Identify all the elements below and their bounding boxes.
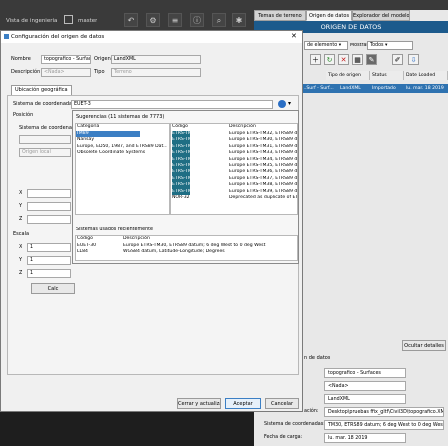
detail-description: <Nada> <box>324 381 406 391</box>
system-description[interactable]: Deprecated as duplicate of ETRS-TM32 <box>229 195 297 201</box>
search-icon[interactable]: ⌕ <box>212 13 226 27</box>
col-date-loaded[interactable]: Date Loaded <box>404 71 448 80</box>
cs-label: Sistema de coordenadas <box>13 101 75 107</box>
recent-code[interactable]: LL84 <box>77 249 117 255</box>
element-type-value: de elemento <box>307 43 338 48</box>
back-icon[interactable]: ↶ <box>124 13 138 27</box>
pos-z-field[interactable] <box>27 215 71 224</box>
pos-x-field[interactable] <box>27 189 71 198</box>
row-type: LandXML <box>340 86 361 91</box>
code-header[interactable]: Código <box>172 124 188 130</box>
description-field[interactable]: <Nada> <box>41 68 91 77</box>
description-label: Descripción <box>11 69 41 75</box>
col-status[interactable]: Status <box>370 71 404 80</box>
dialog-app-icon <box>4 34 9 39</box>
element-type-select[interactable]: de elemento ▾ <box>304 41 348 50</box>
chevron-down-icon[interactable]: ▾ <box>288 100 291 107</box>
recent-title: Sistemas usados recientemente <box>76 227 153 232</box>
scale-x-label: X <box>19 244 23 250</box>
scale-y-label: Y <box>19 257 23 263</box>
layers-icon[interactable]: ≡ <box>168 13 182 27</box>
show-value: Todos <box>370 43 384 48</box>
window-icon[interactable] <box>64 15 73 24</box>
origin-label: Origen <box>94 56 111 62</box>
settings-icon[interactable]: ✱ <box>232 13 246 27</box>
coord-select[interactable] <box>19 135 71 144</box>
origin-local-select[interactable]: Origen local <box>19 148 71 157</box>
col-source-type[interactable]: Tipo de origen <box>326 71 370 80</box>
show-select[interactable]: Todos ▾ <box>367 41 413 50</box>
detail-type: LandXML <box>324 394 406 404</box>
scale-y-field[interactable]: 1 <box>27 256 71 265</box>
type-label: Tipo <box>94 69 105 75</box>
description-header[interactable]: Descripción <box>229 124 256 130</box>
edit-icon[interactable]: ✐ <box>392 54 403 65</box>
project-name: master <box>78 18 98 24</box>
refresh-icon[interactable]: ↻ <box>324 54 335 65</box>
detail-name: topografico - Surfaces <box>324 368 406 378</box>
pos-y-field[interactable] <box>27 202 71 211</box>
type-select[interactable]: Terreno <box>111 68 201 77</box>
suggestions-popup: Sugerencias (11 sistemas de 7773) Catego… <box>72 110 299 264</box>
scale-label: Escala <box>13 231 30 237</box>
detail-date: lu. mar. 18 2019 <box>324 433 406 443</box>
category-header[interactable]: Categoría <box>77 124 99 130</box>
gear-icon[interactable]: ⚙ <box>146 13 160 27</box>
name-field[interactable]: topografico - Surfaces <box>41 55 91 64</box>
sys-coord-label: Sistema de coordena <box>19 125 72 131</box>
category-item[interactable]: Obsolete Coordinate Systems <box>77 150 167 156</box>
detail-location: Desktop\pruebas ffix_gltf\Civil3D\topogr… <box>324 407 444 417</box>
dialog-title: Configuración del origen de datos <box>1 31 302 43</box>
cs-input[interactable]: EUET-3 <box>71 100 273 109</box>
close-icon[interactable]: ✕ <box>291 32 297 40</box>
calc-button[interactable]: Calc <box>31 283 75 294</box>
info-icon[interactable]: ⓘ <box>190 13 204 27</box>
hide-details-button[interactable]: Ocultar detalles <box>402 340 446 351</box>
detail-label-location: ación: <box>304 409 319 414</box>
pos-z-label: Z <box>19 216 23 222</box>
export-icon[interactable]: ⇩ <box>408 54 419 65</box>
add-source-icon[interactable]: ＋ <box>310 54 321 65</box>
details-title: n de datos <box>304 355 331 361</box>
accept-button[interactable]: Aceptar <box>225 398 261 409</box>
position-label: Posición <box>13 112 34 118</box>
recent-code-header[interactable]: Código <box>77 236 93 242</box>
cancel-button[interactable]: Cancelar <box>265 398 299 409</box>
pos-y-label: Y <box>19 203 23 209</box>
row-status: Importado <box>372 86 396 91</box>
configure-icon[interactable]: ✎ <box>366 54 377 65</box>
row-name: ...Surf - Surf... <box>302 86 334 91</box>
recent-description[interactable]: WGS84 datum, Latitude-Longitude; Degrees <box>123 249 295 255</box>
tab-geo-location[interactable]: Ubicación geográfica <box>11 85 72 95</box>
scale-z-field[interactable]: 1 <box>27 269 71 278</box>
table-row[interactable]: ...Surf - Surf... LandXML Importado lu. … <box>300 84 448 93</box>
scale-z-label: Z <box>19 270 23 276</box>
system-code[interactable]: NOR-32 <box>172 195 190 201</box>
close-update-button[interactable]: Cerrar y actualizar <box>177 398 221 409</box>
tab-data-sources[interactable]: Origen de datos <box>306 10 352 21</box>
grid-icon[interactable]: ▦ <box>352 54 363 65</box>
scale-x-field[interactable]: 1 <box>27 243 71 252</box>
detail-cs: TM30, ETRS89 datum; 6 deg West to 0 deg … <box>324 420 444 430</box>
delete-icon[interactable]: ✕ <box>338 54 349 65</box>
detail-label-date: Fecha de carga: <box>264 435 303 440</box>
detail-label-cs: Sistema de coordenadas: <box>264 422 325 427</box>
name-label: Nombre <box>11 56 31 62</box>
row-date: lu. mar. 18 2019 <box>406 86 444 91</box>
origin-field: LandXML <box>111 55 201 64</box>
pos-x-label: X <box>19 190 23 196</box>
recent-description-header[interactable]: Descripción <box>123 236 150 242</box>
tab-terrain-themes[interactable]: Temas de terreno <box>254 10 306 21</box>
globe-icon[interactable] <box>278 100 286 108</box>
app-title: Vista de ingeniería <box>6 18 58 24</box>
suggestions-title: Sugerencias (11 sistemas de 7773) <box>76 114 165 120</box>
tab-model-explorer[interactable]: Explorador del modelo <box>352 10 410 21</box>
